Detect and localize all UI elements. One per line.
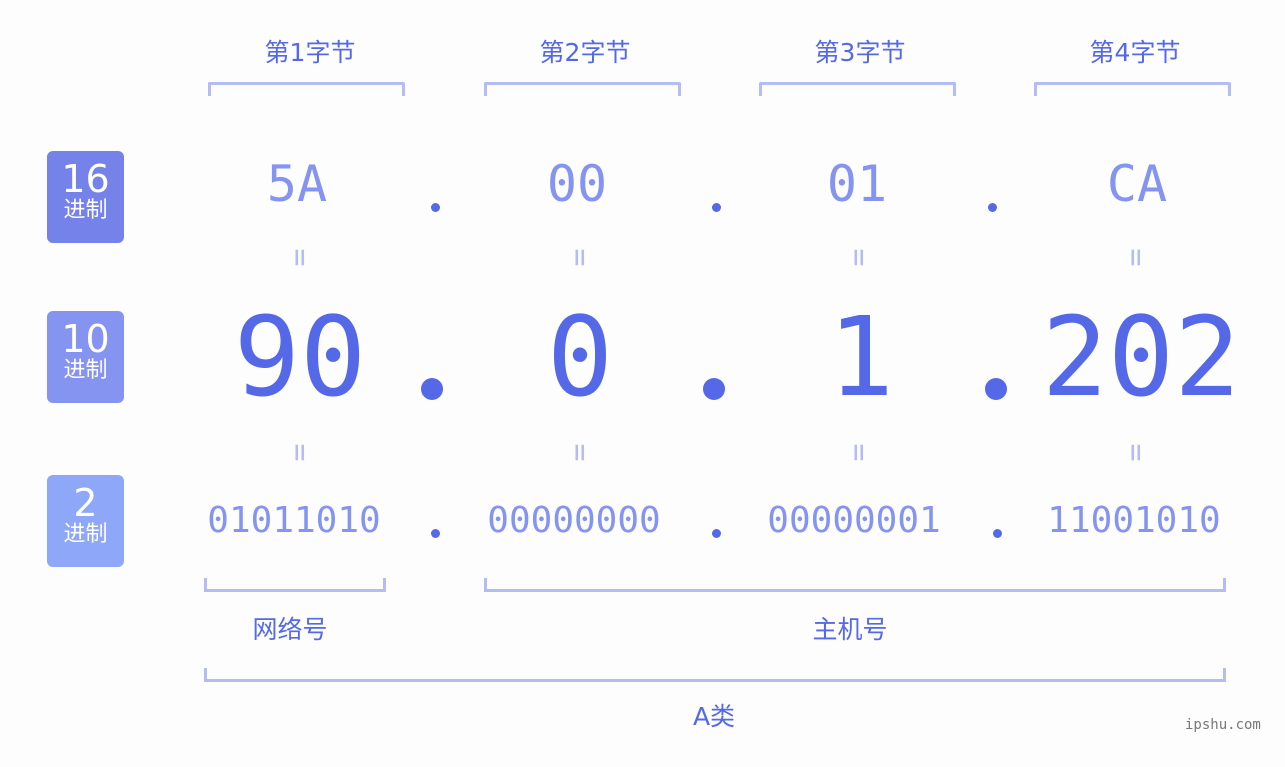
byte-1-bracket — [208, 82, 405, 96]
dec-badge: 10 进制 — [47, 311, 124, 403]
bin-byte-4: 11001010 — [1047, 500, 1221, 541]
bin-byte-3: 00000001 — [767, 500, 941, 541]
byte-4-bracket — [1034, 82, 1231, 96]
host-label: 主机号 — [812, 615, 888, 644]
class-label: A类 — [692, 702, 736, 731]
bin-badge-number: 2 — [73, 481, 98, 525]
hex-byte-3: 01 — [826, 155, 888, 213]
hex-byte-1: 5A — [266, 155, 328, 213]
class-bracket — [204, 668, 1226, 682]
hex-separator-dot — [431, 203, 440, 212]
byte-2-title: 第2字节 — [539, 38, 631, 67]
byte-3-title: 第3字节 — [814, 38, 906, 67]
hex-separator-dot — [712, 203, 721, 212]
hex-byte-2: 00 — [546, 155, 608, 213]
bin-badge: 2 进制 — [47, 475, 124, 567]
hex-badge-label: 进制 — [63, 198, 108, 223]
dec-byte-2: 0 — [546, 293, 614, 421]
dec-byte-3: 1 — [827, 293, 895, 421]
equals-icon: = — [1118, 248, 1154, 267]
bin-separator-dot — [712, 529, 721, 538]
watermark: ipshu.com — [1185, 717, 1261, 733]
equals-icon: = — [282, 443, 318, 462]
dec-byte-1: 90 — [233, 293, 367, 421]
network-bracket — [204, 578, 386, 592]
equals-icon: = — [841, 443, 877, 462]
bin-separator-dot — [431, 529, 440, 538]
bin-byte-2: 00000000 — [487, 500, 661, 541]
byte-3-bracket — [759, 82, 956, 96]
equals-icon: = — [282, 248, 318, 267]
bin-byte-1: 01011010 — [207, 500, 381, 541]
dec-byte-4: 202 — [1041, 293, 1241, 421]
hex-badge: 16 进制 — [47, 151, 124, 243]
equals-icon: = — [562, 443, 598, 462]
equals-icon: = — [841, 248, 877, 267]
equals-icon: = — [1118, 443, 1154, 462]
dec-separator-dot — [985, 378, 1007, 400]
hex-separator-dot — [988, 203, 997, 212]
network-label: 网络号 — [252, 615, 328, 644]
equals-icon: = — [562, 248, 598, 267]
dec-separator-dot — [703, 378, 725, 400]
dec-badge-label: 进制 — [63, 358, 108, 383]
hex-badge-number: 16 — [61, 157, 110, 201]
host-bracket — [484, 578, 1226, 592]
dec-badge-number: 10 — [61, 317, 110, 361]
byte-4-title: 第4字节 — [1089, 38, 1181, 67]
byte-2-bracket — [484, 82, 681, 96]
hex-byte-4: CA — [1106, 155, 1168, 213]
dec-separator-dot — [421, 378, 443, 400]
byte-1-title: 第1字节 — [264, 38, 356, 67]
bin-badge-label: 进制 — [63, 522, 108, 547]
bin-separator-dot — [993, 529, 1002, 538]
